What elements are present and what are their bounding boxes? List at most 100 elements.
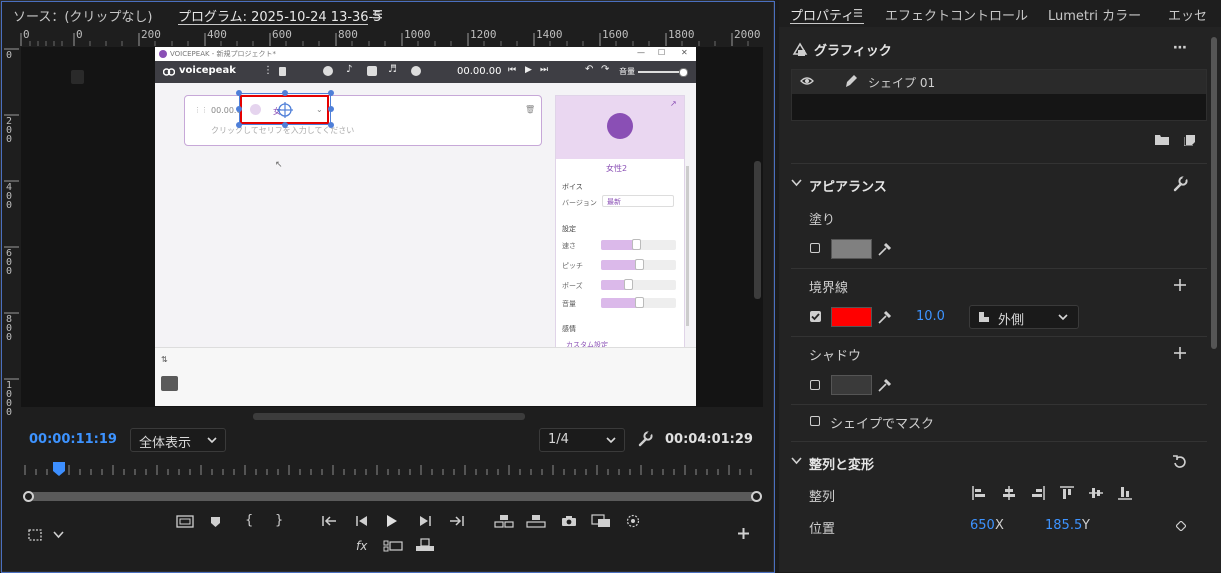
resolution-select[interactable]: 1/4 bbox=[539, 428, 625, 452]
slider-thumb[interactable] bbox=[635, 259, 644, 270]
hamburger-icon[interactable] bbox=[373, 8, 383, 20]
zoom-scroll-bar[interactable] bbox=[29, 492, 757, 501]
step-forward-icon[interactable] bbox=[418, 515, 432, 527]
slider-thumb[interactable] bbox=[632, 239, 641, 250]
shadow-color-swatch[interactable] bbox=[831, 375, 872, 395]
external-link-icon[interactable]: ↗ bbox=[670, 99, 677, 108]
face-icon[interactable] bbox=[411, 66, 421, 76]
speaker-select[interactable]: 女性2 bbox=[606, 163, 627, 174]
properties-scrollbar[interactable] bbox=[1211, 37, 1217, 349]
align-center-horizontal-icon[interactable] bbox=[1002, 486, 1016, 500]
marker-icon[interactable] bbox=[210, 516, 221, 528]
vertical-scrollbar[interactable] bbox=[754, 161, 761, 299]
horizontal-scrollbar[interactable] bbox=[253, 413, 525, 420]
stroke-checkbox[interactable] bbox=[810, 311, 821, 322]
zoom-handle-right[interactable] bbox=[751, 491, 762, 502]
slider-thumb[interactable] bbox=[635, 297, 644, 308]
hamburger-icon[interactable] bbox=[854, 8, 863, 18]
anchor-point-icon[interactable] bbox=[277, 102, 293, 118]
sort-icon[interactable]: ⇅ bbox=[161, 355, 168, 364]
panel-scrollbar[interactable] bbox=[686, 166, 689, 326]
fx-button[interactable]: fx bbox=[356, 539, 367, 553]
safe-margins-icon[interactable] bbox=[28, 529, 42, 541]
zoom-handle-left[interactable] bbox=[23, 491, 34, 502]
gauge-icon[interactable] bbox=[323, 66, 333, 76]
tab-source[interactable]: ソース：(クリップなし) bbox=[13, 6, 153, 25]
go-to-in-icon[interactable] bbox=[321, 515, 337, 527]
speaker-icon[interactable] bbox=[367, 66, 377, 76]
eye-icon[interactable] bbox=[800, 76, 814, 86]
chevron-down-icon[interactable] bbox=[791, 179, 802, 187]
stroke-position-select[interactable]: 外側 bbox=[969, 305, 1079, 329]
add-shadow-icon[interactable] bbox=[1174, 347, 1186, 359]
script-block-card[interactable]: ⋮⋮ 00.00.0 女 ⌄ クリックしてセリフを入力してください 🗑 bbox=[184, 95, 542, 146]
multicam-icon[interactable] bbox=[383, 540, 403, 552]
chevron-down-icon[interactable] bbox=[53, 531, 64, 539]
volume-icon[interactable]: ♬ bbox=[388, 64, 397, 75]
eyedropper-icon[interactable] bbox=[877, 240, 892, 257]
fill-checkbox[interactable] bbox=[810, 243, 820, 253]
tab-properties[interactable]: プロパティ bbox=[790, 5, 854, 24]
reset-icon[interactable] bbox=[1172, 455, 1188, 469]
go-to-out-icon[interactable] bbox=[449, 515, 465, 527]
shape-layer-name[interactable]: シェイプ 01 bbox=[868, 74, 935, 91]
stroke-width-value[interactable]: 10.0 bbox=[916, 309, 945, 324]
more-options-icon[interactable]: ⋯ bbox=[1173, 40, 1187, 56]
compare-view-icon[interactable] bbox=[591, 514, 611, 528]
speed-slider[interactable] bbox=[601, 239, 676, 250]
mark-out-icon[interactable]: } bbox=[275, 513, 283, 528]
version-select[interactable]: 最新 bbox=[602, 195, 674, 207]
export-frame-icon[interactable] bbox=[415, 538, 435, 552]
shape-mask-checkbox[interactable] bbox=[810, 416, 820, 426]
more-menu-icon[interactable]: ⋮ bbox=[263, 65, 273, 76]
shadow-checkbox[interactable] bbox=[810, 380, 820, 390]
align-left-icon[interactable] bbox=[972, 486, 986, 500]
drag-handle-icon[interactable]: ⋮⋮ bbox=[194, 106, 208, 114]
skip-forward-icon[interactable]: ⏭ bbox=[540, 65, 548, 75]
volume-slider[interactable] bbox=[638, 71, 683, 73]
skip-back-icon[interactable]: ⏮ bbox=[508, 65, 516, 75]
maximize-icon[interactable]: ☐ bbox=[658, 48, 665, 57]
close-icon[interactable]: ✕ bbox=[681, 48, 688, 57]
step-back-icon[interactable] bbox=[355, 515, 369, 527]
tab-lumetri-color[interactable]: Lumetri カラー bbox=[1048, 5, 1141, 24]
add-stroke-icon[interactable] bbox=[1174, 279, 1186, 291]
save-icon[interactable] bbox=[279, 67, 286, 76]
add-button[interactable] bbox=[737, 527, 750, 540]
mark-in-icon[interactable]: { bbox=[245, 513, 253, 528]
volume-param-slider[interactable] bbox=[601, 297, 676, 308]
transform-handle[interactable] bbox=[328, 90, 334, 96]
align-right-icon[interactable] bbox=[1031, 486, 1045, 500]
draw-tool-icon[interactable] bbox=[161, 376, 178, 391]
current-timecode[interactable]: 00:00:11:19 bbox=[29, 432, 117, 447]
position-y-value[interactable]: 185.5 bbox=[1045, 518, 1082, 533]
minimize-icon[interactable]: — bbox=[637, 48, 645, 57]
transform-handle[interactable] bbox=[282, 122, 288, 128]
play-button[interactable] bbox=[386, 514, 398, 528]
wrench-icon[interactable] bbox=[1172, 176, 1188, 192]
insert-icon[interactable] bbox=[494, 514, 514, 528]
align-center-vertical-icon[interactable] bbox=[1089, 486, 1103, 500]
redo-icon[interactable]: ↷ bbox=[601, 64, 609, 75]
zoom-select[interactable]: 全体表示 bbox=[130, 428, 226, 452]
transform-handle[interactable] bbox=[236, 122, 242, 128]
transform-handle[interactable] bbox=[236, 90, 242, 96]
camera-icon[interactable] bbox=[561, 515, 577, 527]
transform-handle[interactable] bbox=[328, 122, 334, 128]
overwrite-icon[interactable] bbox=[526, 514, 546, 528]
position-x-value[interactable]: 650 bbox=[970, 518, 995, 533]
pause-slider[interactable] bbox=[601, 279, 676, 290]
pitch-slider[interactable] bbox=[601, 259, 676, 270]
align-bottom-icon[interactable] bbox=[1118, 486, 1132, 500]
shape-mask-label[interactable]: シェイプでマスク bbox=[830, 413, 934, 432]
tab-essential[interactable]: エッセ bbox=[1168, 5, 1207, 24]
monitor-toggle-icon[interactable] bbox=[176, 515, 194, 528]
tab-effect-controls[interactable]: エフェクトコントロール bbox=[885, 5, 1028, 24]
eyedropper-icon[interactable] bbox=[877, 308, 892, 325]
tab-program[interactable]: プログラム: 2025-10-24 13-36-5 bbox=[178, 6, 382, 25]
transform-handle[interactable] bbox=[282, 90, 288, 96]
chevron-down-icon[interactable] bbox=[791, 457, 802, 465]
folder-icon[interactable] bbox=[1155, 134, 1169, 145]
play-icon[interactable]: ▶ bbox=[525, 65, 532, 75]
keyframe-diamond-icon[interactable] bbox=[1176, 521, 1186, 531]
